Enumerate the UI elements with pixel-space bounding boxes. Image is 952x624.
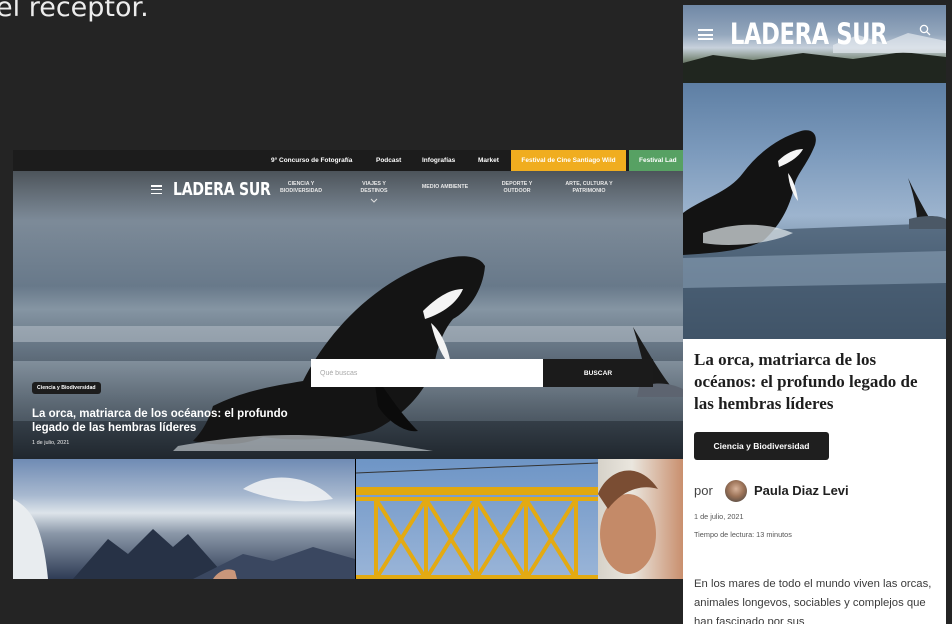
card-image-portrait[interactable] [598, 459, 683, 579]
nav-viajes-destinos[interactable]: VIAJES Y DESTINOS [348, 181, 400, 195]
nav-ciencia-biodiversidad[interactable]: CIENCIA Y BIODIVERSIDAD [271, 181, 331, 195]
article-cards [13, 459, 683, 579]
main-nav: LADERA SUR CIENCIA Y BIODIVERSIDAD VIAJE… [13, 171, 683, 211]
mobile-logo[interactable]: LADERA SUR [730, 17, 888, 51]
menu-icon[interactable] [151, 185, 162, 195]
search-input[interactable] [311, 359, 539, 387]
hero-image[interactable]: LADERA SUR CIENCIA Y BIODIVERSIDAD VIAJE… [13, 171, 683, 459]
topbar-link-festival-santiago-wild[interactable]: Festival de Cine Santiago Wild [511, 150, 626, 171]
mobile-mockup: LADERA SUR La orca, matriarca de los océ… [683, 5, 946, 624]
topbar-link-festival-ladera[interactable]: Festival Lad [629, 150, 683, 171]
mobile-article-date: 1 de julio, 2021 [694, 512, 744, 521]
topbar-link-concurso[interactable]: 9° Concurso de Fotografía [271, 150, 352, 171]
desktop-mockup: 9° Concurso de Fotografía Podcast Infogr… [13, 150, 683, 579]
byline-prefix: por [694, 483, 713, 498]
hero-title[interactable]: La orca, matriarca de los océanos: el pr… [32, 407, 322, 435]
menu-icon[interactable] [698, 29, 713, 41]
topbar-link-podcast[interactable]: Podcast [376, 150, 401, 171]
card-image-mountain-plane[interactable] [13, 459, 355, 579]
top-bar: 9° Concurso de Fotografía Podcast Infogr… [13, 150, 683, 171]
mobile-hero-image[interactable] [683, 83, 946, 339]
bridge-scene [356, 462, 598, 579]
mobile-orca-illustration [683, 130, 946, 339]
card-image-yellow-bridge[interactable] [356, 459, 598, 579]
mountain-scene [13, 477, 355, 579]
mobile-article-title: La orca, matriarca de los océanos: el pr… [694, 350, 918, 413]
mobile-header: LADERA SUR [683, 5, 946, 83]
nav-deporte-outdoor[interactable]: DEPORTE Y OUTDOOR [491, 181, 543, 195]
search-box [311, 359, 543, 387]
topbar-link-infografias[interactable]: Infografías [422, 150, 455, 171]
mobile-category-badge[interactable]: Ciencia y Biodiversidad [694, 432, 829, 460]
topbar-link-market[interactable]: Market [478, 150, 499, 171]
logo[interactable]: LADERA SUR [173, 179, 271, 200]
category-badge[interactable]: Ciencia y Biodiversidad [32, 382, 101, 394]
search-button[interactable]: BUSCAR [543, 359, 653, 387]
reading-time: Tiempo de lectura: 13 minutos [694, 530, 792, 539]
search-icon[interactable] [919, 24, 931, 36]
nav-arte-cultura-patrimonio[interactable]: ARTE, CULTURA Y PATRIMONIO [557, 181, 621, 195]
article-excerpt: En los mares de todo el mundo viven las … [694, 578, 932, 624]
nav-medio-ambiente[interactable]: MEDIO AMBIENTE [415, 184, 475, 191]
avatar[interactable] [725, 480, 747, 502]
author-name[interactable]: Paula Diaz Levi [754, 483, 849, 498]
portrait-scene [598, 470, 658, 574]
hero-date: 1 de julio, 2021 [32, 440, 70, 446]
chevron-down-icon[interactable] [370, 198, 378, 203]
caption-fragment: el receptor. [0, 0, 149, 23]
